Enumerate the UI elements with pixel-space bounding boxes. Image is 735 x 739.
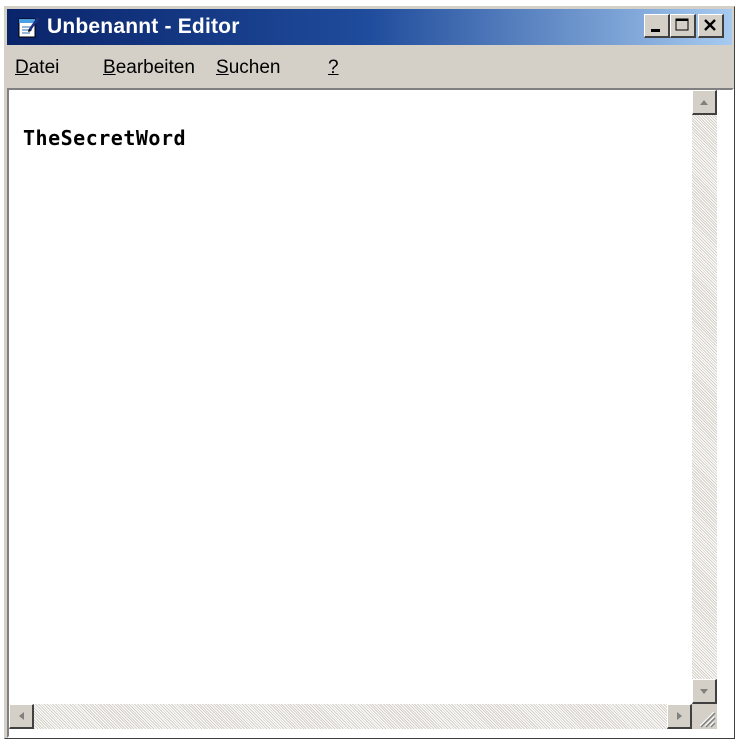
text-editor[interactable]: TheSecretWord: [9, 90, 692, 704]
close-icon: [704, 19, 716, 31]
scroll-up-button[interactable]: [692, 90, 717, 115]
arrow-up-icon: [700, 100, 708, 105]
scroll-left-button[interactable]: [9, 704, 34, 729]
window-title: Unbenannt - Editor: [47, 15, 240, 38]
editor-window: Unbenannt - Editor Datei Bearbeiten Such…: [4, 6, 735, 739]
horizontal-scrollbar[interactable]: [9, 704, 692, 729]
menu-help[interactable]: ?: [328, 57, 339, 79]
menu-bearbeiten[interactable]: Bearbeiten: [103, 57, 195, 79]
vertical-scrollbar[interactable]: [692, 90, 717, 704]
arrow-left-icon: [19, 712, 24, 720]
maximize-button[interactable]: [670, 14, 696, 38]
arrow-right-icon: [677, 712, 682, 720]
close-button[interactable]: [698, 14, 724, 38]
minimize-button[interactable]: [644, 14, 670, 38]
resize-grip-icon: [699, 711, 716, 728]
menu-bar: Datei Bearbeiten Suchen ?: [7, 47, 732, 83]
notepad-icon[interactable]: [15, 15, 41, 39]
edit-area-frame: TheSecretWord: [7, 88, 734, 738]
title-bar[interactable]: Unbenannt - Editor: [7, 9, 732, 45]
menu-suchen[interactable]: Suchen: [216, 57, 280, 79]
menu-datei[interactable]: Datei: [15, 57, 59, 79]
arrow-down-icon: [700, 689, 708, 694]
maximize-icon: [675, 18, 689, 31]
scroll-down-button[interactable]: [692, 679, 717, 704]
resize-grip[interactable]: [692, 704, 717, 729]
minimize-icon: [651, 29, 660, 32]
scroll-right-button[interactable]: [667, 704, 692, 729]
text-content: TheSecretWord: [23, 126, 187, 150]
